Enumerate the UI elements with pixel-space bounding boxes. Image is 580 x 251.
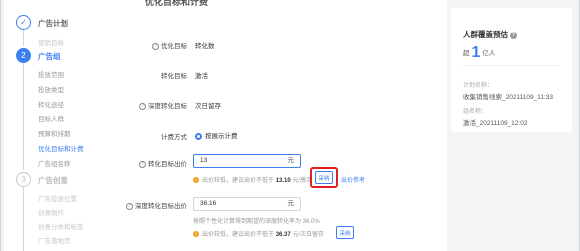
adopt-conversion-bid-button[interactable]: 采纳: [315, 171, 333, 184]
divider: [463, 65, 560, 66]
optimization-billing-form: 优化目标和计费 ? 优化目标 转化数 转化目标 激活 ? 深度转化目标 次日留存 计…: [107, 0, 447, 251]
deep-bid-unit: 元: [287, 200, 295, 207]
step-connector: [23, 186, 24, 251]
sidebar-item-budget-schedule[interactable]: 预算和排期: [38, 128, 71, 138]
sidebar-item-creative-production[interactable]: 创意制作: [38, 207, 64, 217]
sidebar-item-landing-page[interactable]: 广告落地页: [38, 235, 71, 245]
step-2-number: 2: [16, 48, 31, 63]
step-1-check-icon: ✓: [16, 15, 31, 30]
sidebar-item-delivery-scope[interactable]: 投放范围: [38, 69, 64, 79]
sidebar-item-optimization-billing[interactable]: 优化目标和计费: [38, 143, 84, 153]
step-ad-creative[interactable]: 广告创意: [38, 175, 68, 186]
optimization-goal-label: ? 优化目标: [97, 40, 187, 50]
sidebar-item-group-name[interactable]: 广告组名称: [38, 158, 71, 168]
sidebar-item-target-audience[interactable]: 目标人群: [38, 113, 64, 123]
step-connector: [23, 30, 24, 46]
group-name-value: 激活_20211109_12:02: [463, 120, 528, 127]
sidebar-item-delivery-type[interactable]: 投放类型: [38, 84, 64, 94]
deep-conversion-goal-value: 次日留存: [195, 103, 221, 110]
conversion-bid-input[interactable]: 13 元: [193, 154, 301, 168]
plan-name-value: 收集销售线索_20211109_11:33: [463, 94, 553, 101]
steps-sidebar: ✓ 广告计划 营销目标 2 广告组 投放范围 投放类型 转化途径 目标人群 预算…: [4, 0, 107, 251]
question-icon[interactable]: ?: [510, 31, 517, 39]
sidebar-item-marketing-goal[interactable]: 营销目标: [38, 37, 64, 47]
sidebar-item-creative-tags[interactable]: 创意分类和标签: [38, 221, 84, 231]
radio-selected-icon[interactable]: [195, 132, 202, 140]
bid-reference-link[interactable]: 出价参考: [341, 175, 365, 184]
sidebar-item-conversion-path[interactable]: 转化途径: [38, 99, 64, 109]
step-ad-plan[interactable]: 广告计划: [38, 18, 68, 29]
conversion-bid-label: ? 转化目标出价: [97, 158, 187, 168]
question-icon[interactable]: ?: [126, 202, 133, 210]
deep-bid-hint: ! 出价较低，建议出价不低于 36.37 元/次日留存: [193, 229, 324, 238]
question-icon[interactable]: ?: [139, 160, 146, 168]
deep-bid-input[interactable]: 36.16 元: [193, 197, 301, 211]
card-title: 人群覆盖预估?: [463, 30, 517, 39]
conversion-bid-hint: ! 出价较低，建议出价不低于 13.10 元/激活: [193, 175, 312, 184]
billing-method-radio[interactable]: 按展示计费: [195, 130, 238, 140]
question-icon[interactable]: ?: [139, 102, 146, 110]
conversion-goal-value: 激活: [195, 73, 208, 80]
deep-bid-ratio-hint: 按照个性化计算得到期望的深度转化率为 36.0%: [193, 219, 320, 225]
deep-conversion-goal-label: ? 深度转化目标: [97, 100, 187, 110]
optimization-goal-value: 转化数: [195, 43, 215, 50]
reach-number: 1: [471, 44, 481, 61]
question-icon[interactable]: ?: [152, 42, 159, 50]
step-ad-group[interactable]: 广告组: [38, 51, 61, 62]
billing-method-label: 计费方式: [161, 134, 187, 141]
section-title: 优化目标和计费: [145, 0, 209, 7]
deep-bid-value: 36.16: [200, 200, 217, 207]
group-name-label: 组名称：: [463, 109, 488, 115]
warning-icon: !: [193, 231, 199, 238]
conversion-goal-label: 转化目标: [161, 73, 187, 80]
step-connector: [23, 62, 24, 170]
conversion-bid-unit: 元: [287, 157, 295, 164]
conversion-bid-value: 13: [200, 157, 208, 164]
sidebar-item-placement[interactable]: 广告投放位置: [38, 193, 77, 203]
audience-estimate-card: 人群覆盖预估? 超 1 亿人 计划名称： 收集销售线索_20211109_11:33…: [451, 8, 572, 132]
plan-name-label: 计划名称：: [463, 83, 494, 89]
step-3-number: 3: [16, 172, 31, 187]
audience-reach: 超 1 亿人: [463, 44, 496, 61]
adopt-deep-bid-button[interactable]: 采纳: [336, 226, 354, 239]
warning-icon: !: [193, 177, 199, 184]
deep-bid-label: ? 深度转化目标出价: [97, 200, 187, 210]
